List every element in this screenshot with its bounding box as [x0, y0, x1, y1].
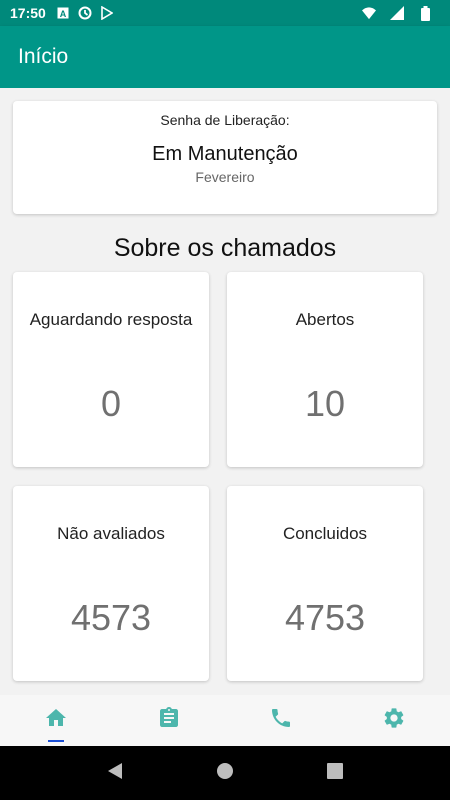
stat-value: 10 [304, 383, 346, 424]
system-navigation-bar [0, 746, 450, 800]
section-title: Sobre os chamados [113, 234, 337, 262]
svg-text:A: A [60, 9, 67, 19]
main-content: Senha de Liberação: Em Manutenção Fevere… [0, 88, 450, 695]
stat-card-completed[interactable]: Concluidos 4753 [227, 486, 423, 681]
stat-value: 4753 [284, 597, 366, 638]
home-icon [44, 706, 68, 735]
stat-label: Aguardando resposta [29, 310, 193, 329]
home-button[interactable] [205, 753, 245, 793]
nav-tickets[interactable] [113, 695, 226, 746]
battery-icon [418, 5, 432, 21]
page-title: Início [18, 45, 69, 68]
clipboard-icon [157, 706, 181, 735]
home-circle-icon [216, 762, 234, 785]
play-store-icon [100, 6, 114, 20]
a-icon: A [56, 6, 70, 20]
password-label: Senha de Liberação: [160, 112, 290, 128]
stat-label: Abertos [295, 310, 355, 329]
nav-home[interactable] [0, 695, 113, 746]
back-triangle-icon [107, 762, 123, 785]
recents-button[interactable] [315, 753, 355, 793]
stat-card-awaiting-response[interactable]: Aguardando resposta 0 [13, 272, 209, 467]
stat-value: 0 [100, 383, 122, 424]
settings-icon [382, 706, 406, 735]
stat-card-open[interactable]: Abertos 10 [227, 272, 423, 467]
app-bar: Início [0, 26, 450, 88]
bottom-navigation [0, 695, 450, 746]
password-month: Fevereiro [195, 169, 255, 185]
password-card: Senha de Liberação: Em Manutenção Fevere… [13, 101, 437, 214]
password-value: Em Manutenção [152, 143, 298, 165]
sync-icon [78, 6, 92, 20]
nav-settings[interactable] [338, 695, 450, 746]
phone-icon [269, 706, 293, 735]
status-time: 17:50 [10, 5, 46, 21]
stat-label: Não avaliados [57, 524, 165, 543]
back-button[interactable] [95, 753, 135, 793]
wifi-icon [362, 6, 376, 20]
status-bar: 17:50 A [0, 0, 450, 26]
recents-square-icon [327, 762, 343, 784]
signal-icon [390, 6, 404, 20]
stat-value: 4573 [70, 597, 152, 638]
nav-phone[interactable] [225, 695, 338, 746]
stat-label: Concluidos [282, 524, 368, 543]
stat-card-not-rated[interactable]: Não avaliados 4573 [13, 486, 209, 681]
